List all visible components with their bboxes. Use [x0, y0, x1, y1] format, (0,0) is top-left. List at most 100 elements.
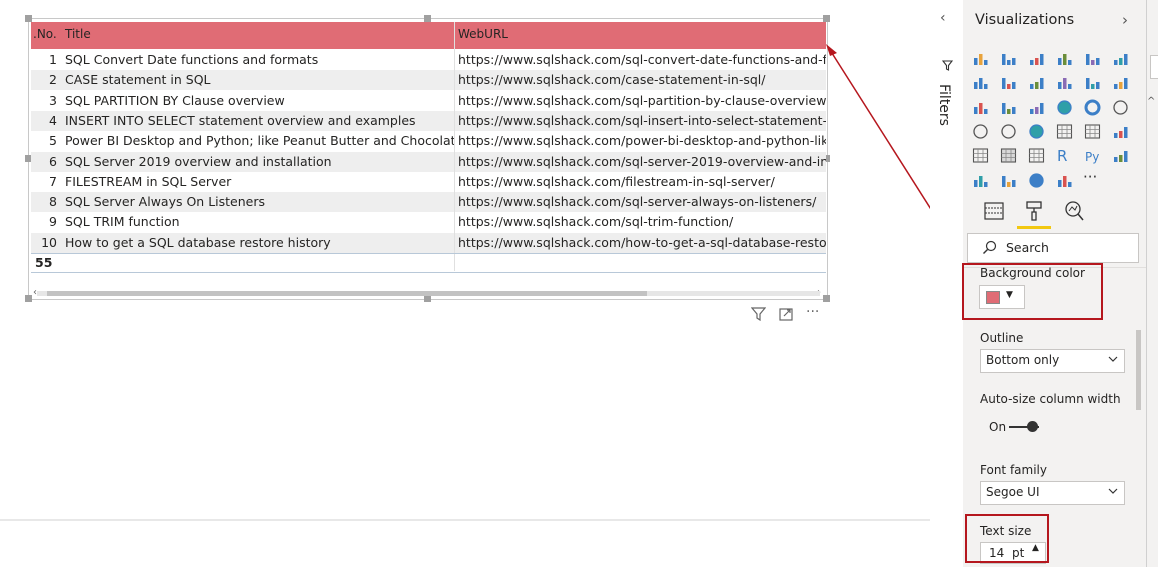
weburl-cell: https://www.sqlshack.com/filestream-in-s… [458, 173, 775, 189]
stacked-area-icon[interactable] [1028, 74, 1045, 91]
resize-handle[interactable] [424, 15, 431, 22]
table-row[interactable]: 6 SQL Server 2019 overview and installati… [31, 151, 826, 172]
clustered-column-icon[interactable] [1056, 50, 1073, 67]
kpi-icon[interactable] [1112, 123, 1129, 140]
title-cell: How to get a SQL database restore histor… [65, 234, 331, 250]
title-cell: SQL Server Always On Listeners [65, 194, 266, 210]
table-row[interactable]: 1 SQL Convert Date functions and formats h… [31, 50, 826, 70]
resize-handle[interactable] [823, 15, 830, 22]
chevron-down-icon [1108, 488, 1118, 494]
font-family-dropdown[interactable]: Segoe UI [980, 481, 1125, 505]
table-row[interactable]: 9 SQL TRIM function https://www.sqlshack.c… [31, 212, 826, 232]
filter-icon[interactable] [751, 307, 766, 321]
horizontal-scroll-thumb[interactable] [47, 291, 647, 296]
ribbon-chart-icon[interactable] [1112, 74, 1129, 91]
map-icon[interactable] [972, 123, 989, 140]
fields-pane-collapsed[interactable]: ^ [1146, 0, 1158, 567]
card-icon[interactable] [1056, 123, 1073, 140]
donut-chart-icon[interactable] [1084, 99, 1101, 116]
auto-size-state: On [989, 420, 1007, 434]
qa-icon[interactable] [1000, 172, 1017, 189]
weburl-cell: https://www.sqlshack.com/sql-trim-functi… [458, 214, 734, 230]
waterfall-icon[interactable] [972, 99, 989, 116]
focus-mode-icon[interactable] [779, 307, 794, 321]
table-row[interactable]: 8 SQL Server Always On Listeners https://w… [31, 192, 826, 213]
title-cell: SQL PARTITION BY Clause overview [65, 92, 285, 108]
font-family-label: Font family [980, 463, 1047, 477]
expand-chevron-icon[interactable]: › [1122, 11, 1128, 29]
area-chart-icon[interactable] [1000, 74, 1017, 91]
row-number-cell: 10 [41, 234, 57, 250]
row-number-cell: 8 [49, 194, 57, 210]
pane-vertical-scrollbar[interactable] [1136, 330, 1141, 410]
table-visual[interactable]: .No. Title WebURL 1 SQL Convert Date func… [25, 15, 830, 302]
highlight-box-text-size [965, 514, 1049, 563]
title-cell: SQL TRIM function [65, 214, 180, 230]
outline-dropdown[interactable]: Bottom only [980, 349, 1125, 373]
matrix-icon[interactable] [1028, 147, 1045, 164]
filters-label[interactable]: Filters [936, 84, 952, 126]
format-search-box[interactable]: Search [967, 233, 1139, 263]
title-cell: SQL Server 2019 overview and installatio… [65, 153, 332, 169]
resize-handle[interactable] [823, 295, 830, 302]
treemap-icon[interactable] [1112, 99, 1129, 116]
column-header-weburl[interactable]: WebURL [458, 27, 508, 41]
table-row[interactable]: 10 How to get a SQL database restore hist… [31, 232, 826, 253]
clustered-bar-icon[interactable] [1028, 50, 1045, 67]
table-total-row: 55 [31, 253, 826, 273]
key-influencers-icon[interactable] [1112, 147, 1129, 164]
resize-handle[interactable] [25, 295, 32, 302]
decomposition-tree-icon[interactable] [972, 172, 989, 189]
highlight-box-background-color [962, 263, 1103, 320]
gauge-icon[interactable] [1028, 123, 1045, 140]
table-row[interactable]: 4 INSERT INTO SELECT statement overview a… [31, 110, 826, 131]
more-options-icon[interactable]: ··· [806, 304, 819, 320]
row-number-cell: 9 [49, 214, 57, 230]
resize-handle[interactable] [25, 15, 32, 22]
search-icon [983, 240, 997, 254]
title-cell: INSERT INTO SELECT statement overview an… [65, 112, 416, 128]
fields-pane-edge [1150, 55, 1158, 79]
collapse-chevron-icon[interactable]: ‹ [940, 10, 946, 26]
table-row[interactable]: 5 Power BI Desktop and Python; like Peanu… [31, 131, 826, 151]
table-row[interactable]: 3 SQL PARTITION BY Clause overview https:/… [31, 91, 826, 111]
column-header-no[interactable]: .No. [33, 27, 57, 41]
table-icon[interactable] [1000, 147, 1017, 164]
weburl-cell: https://www.sqlshack.com/sql-insert-into… [458, 112, 826, 128]
active-tab-underline [1017, 226, 1051, 229]
title-cell: CASE statement in SQL [65, 72, 211, 88]
analytics-magnifier-icon[interactable] [1063, 200, 1085, 222]
filters-pane[interactable]: ‹ Filters [930, 0, 964, 567]
multi-row-card-icon[interactable] [1084, 123, 1101, 140]
svg-text:R: R [1057, 147, 1067, 164]
python-visual-icon[interactable]: Py [1084, 147, 1101, 164]
visualizations-title: Visualizations [975, 12, 1075, 28]
r-visual-icon[interactable]: R [1056, 147, 1073, 164]
toggle-knob[interactable] [1027, 421, 1038, 432]
slicer-icon[interactable] [972, 147, 989, 164]
stacked-column-icon[interactable] [1000, 50, 1017, 67]
line-chart-icon[interactable] [972, 74, 989, 91]
power-apps-icon[interactable] [1056, 172, 1073, 189]
collapse-chevron-icon[interactable]: ^ [1147, 96, 1155, 107]
line-clustered-icon[interactable] [1084, 74, 1101, 91]
column-header-title[interactable]: Title [65, 27, 91, 41]
line-column-icon[interactable] [1056, 74, 1073, 91]
table-row[interactable]: 2 CASE statement in SQL https://www.sqlsha… [31, 70, 826, 91]
weburl-cell: https://www.sqlshack.com/sql-convert-dat… [458, 52, 826, 67]
more-visuals-icon[interactable]: ··· [1083, 168, 1097, 186]
funnel-icon[interactable] [1000, 99, 1017, 116]
scatter-icon[interactable] [1028, 99, 1045, 116]
pie-chart-icon[interactable] [1056, 99, 1073, 116]
100-bar-icon[interactable] [1084, 50, 1101, 67]
table-row[interactable]: 7 FILESTREAM in SQL Server https://www.sql… [31, 172, 826, 192]
100-column-icon[interactable] [1112, 50, 1129, 67]
fields-tab-icon[interactable] [983, 200, 1005, 222]
stacked-bar-icon[interactable] [972, 50, 989, 67]
svg-text:Py: Py [1085, 150, 1099, 164]
filled-map-icon[interactable] [1000, 123, 1017, 140]
format-paint-roller-icon[interactable] [1023, 200, 1045, 222]
resize-handle[interactable] [424, 295, 431, 302]
chevron-down-icon [1108, 356, 1118, 362]
arcgis-icon[interactable] [1028, 172, 1045, 189]
